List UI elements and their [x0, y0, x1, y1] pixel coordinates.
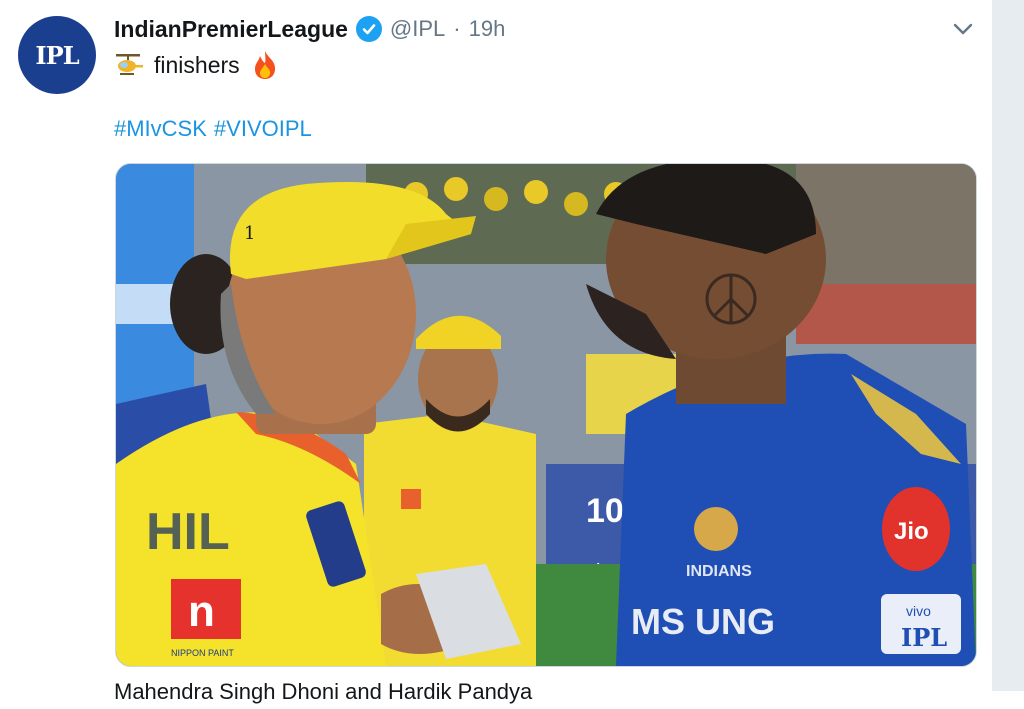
timestamp[interactable]: 19h — [469, 16, 506, 42]
board-text: 10 — [586, 492, 624, 530]
nippon-badge-caption: NIPPON PAINT — [171, 648, 234, 658]
tweet-text-line: finishers — [114, 48, 280, 82]
separator-dot: · — [453, 16, 461, 41]
cap-number: 1 — [244, 223, 255, 244]
jersey-team-name: INDIANS — [686, 563, 752, 580]
fire-emoji-icon — [250, 50, 280, 80]
banner-letter — [116, 284, 176, 324]
roof-red — [796, 284, 976, 344]
jersey-sponsor-right: Jio — [894, 518, 929, 545]
next-tweet-text-partial: Mahendra Singh Dhoni and Hardik Pandya — [114, 679, 533, 704]
hashtag-vivoipl[interactable]: #VIVOIPL — [214, 116, 312, 146]
chevron-down-icon[interactable] — [950, 16, 976, 42]
jersey-chest-text: MS UNG — [631, 601, 775, 642]
nippon-badge-letter: n — [188, 587, 215, 636]
helicopter-emoji-icon — [114, 50, 144, 80]
tweet-header: IndianPremierLeague @IPL · 19h — [114, 13, 505, 45]
hashtag-mivcsk[interactable]: #MIvCSK — [114, 116, 207, 146]
sleeve-vivo-text: vivo — [906, 603, 931, 619]
tweet-text: finishers — [154, 51, 240, 78]
handle[interactable]: @IPL — [390, 16, 445, 42]
tweet-photo[interactable]: 10 vivo 1 HIL n NIPPO — [115, 163, 977, 667]
sleeve-ipl-logo: IPL — [901, 623, 947, 652]
jersey-sponsor-left: HIL — [146, 503, 230, 561]
verified-badge-icon — [355, 16, 382, 42]
avatar-logo-text: IPL — [35, 40, 79, 70]
photo-scene: 10 vivo 1 HIL n NIPPO — [116, 164, 976, 666]
display-name[interactable]: IndianPremierLeague — [114, 16, 348, 43]
hashtag-list: #MIvCSK #VIVOIPL — [114, 116, 312, 146]
right-rail — [992, 0, 1024, 691]
avatar[interactable]: IPL — [18, 16, 96, 94]
